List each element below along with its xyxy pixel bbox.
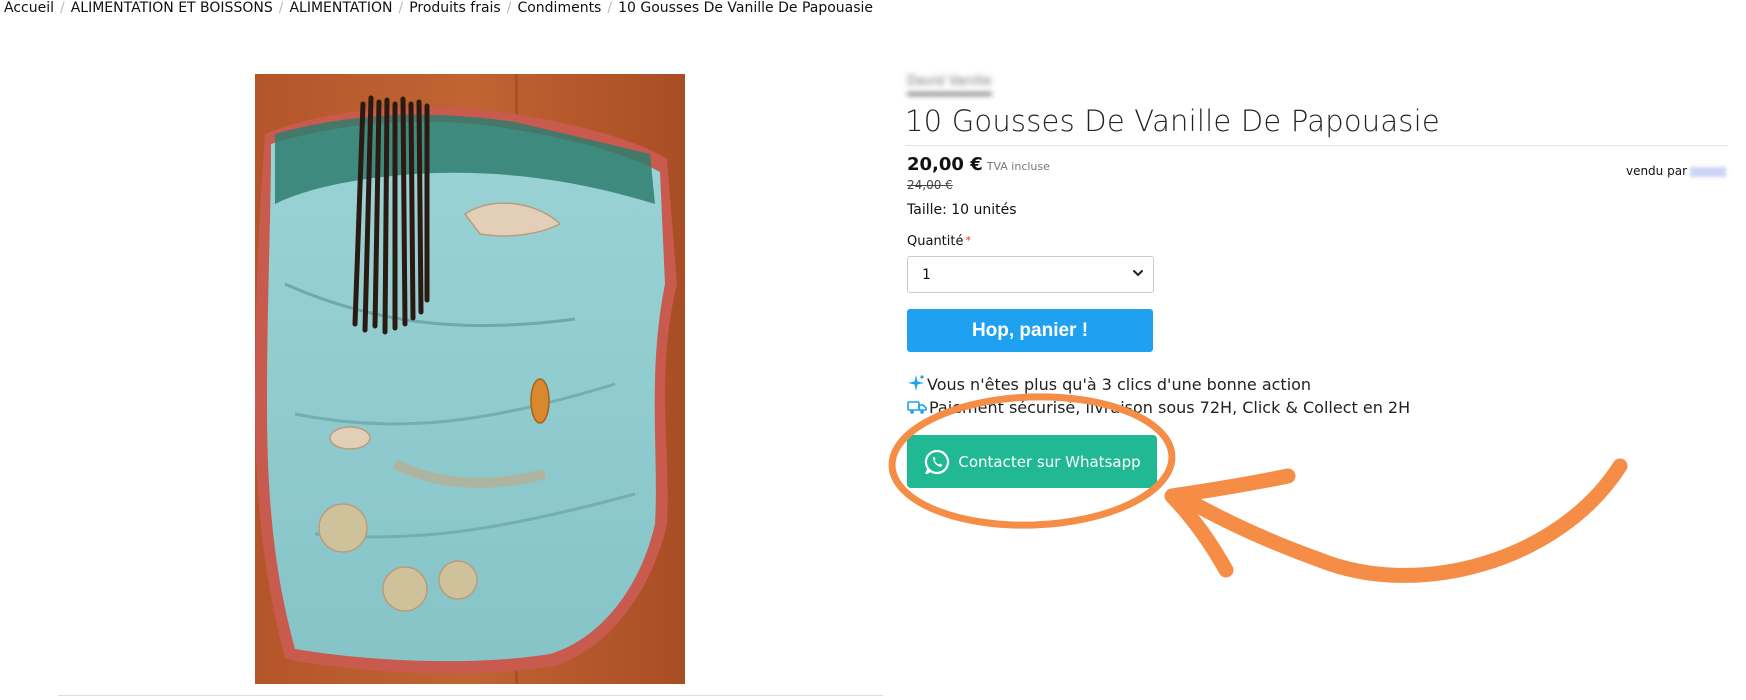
breadcrumb-produits-frais[interactable]: Produits frais bbox=[409, 0, 501, 16]
old-price: 24,00 € bbox=[907, 178, 953, 192]
info-line-delivery: Paiement sécurisé, livraison sous 72H, C… bbox=[907, 398, 1410, 417]
brand-link[interactable]: David Vanille bbox=[907, 74, 992, 95]
seller-link[interactable] bbox=[1690, 166, 1726, 177]
annotation-arrowhead bbox=[1164, 468, 1296, 578]
info-text: Paiement sécurisé, livraison sous 72H, C… bbox=[929, 398, 1411, 417]
title-divider bbox=[905, 145, 1728, 146]
breadcrumb: Accueil / ALIMENTATION ET BOISSONS / ALIMENT… bbox=[4, 0, 873, 20]
annotation-arrow bbox=[1172, 458, 1628, 583]
sparkle-icon bbox=[907, 375, 927, 394]
breadcrumb-alimentation[interactable]: ALIMENTATION bbox=[289, 0, 392, 16]
price: 20,00 € TVA incluse bbox=[907, 154, 1050, 175]
quantity-label: Quantité * bbox=[907, 234, 971, 249]
product-title: 10 Gousses De Vanille De Papouasie bbox=[905, 104, 1440, 138]
delivery-truck-icon bbox=[907, 398, 929, 417]
info-line-good-action: Vous n'êtes plus qu'à 3 clics d'une bonn… bbox=[907, 374, 1311, 394]
required-marker: * bbox=[965, 234, 971, 247]
breadcrumb-alimentation-et-boissons[interactable]: ALIMENTATION ET BOISSONS bbox=[71, 0, 273, 16]
current-price: 20,00 € bbox=[907, 154, 983, 175]
add-to-cart-button[interactable]: Hop, panier ! bbox=[907, 309, 1153, 352]
whatsapp-button-label: Contacter sur Whatsapp bbox=[958, 452, 1141, 471]
breadcrumb-separator: / bbox=[506, 0, 512, 16]
breadcrumb-current: 10 Gousses De Vanille De Papouasie bbox=[618, 0, 874, 16]
breadcrumb-condiments[interactable]: Condiments bbox=[517, 0, 601, 16]
breadcrumb-separator: / bbox=[60, 0, 65, 16]
product-size: Taille: 10 unités bbox=[907, 202, 1017, 218]
product-photo[interactable] bbox=[255, 74, 685, 684]
breadcrumb-home[interactable]: Accueil bbox=[4, 0, 54, 16]
breadcrumb-separator: / bbox=[607, 0, 613, 16]
chevron-down-icon bbox=[1131, 265, 1145, 284]
seller-info: vendu par bbox=[1626, 164, 1726, 178]
breadcrumb-separator: / bbox=[278, 0, 284, 16]
quantity-value: 1 bbox=[922, 267, 931, 283]
quantity-select[interactable]: 1 bbox=[907, 256, 1154, 293]
gallery-divider bbox=[58, 695, 883, 696]
quantity-label-text: Quantité bbox=[907, 234, 964, 249]
breadcrumb-separator: / bbox=[398, 0, 404, 16]
info-text: Vous n'êtes plus qu'à 3 clics d'une bonn… bbox=[927, 375, 1312, 394]
tva-label: TVA incluse bbox=[986, 160, 1050, 173]
whatsapp-icon bbox=[923, 448, 951, 476]
whatsapp-contact-button[interactable]: Contacter sur Whatsapp bbox=[907, 435, 1157, 488]
seller-label: vendu par bbox=[1625, 164, 1687, 178]
